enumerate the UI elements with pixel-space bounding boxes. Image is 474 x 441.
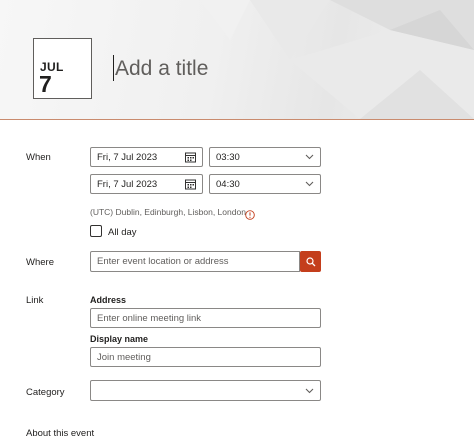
search-icon	[305, 256, 316, 267]
when-label: When	[26, 152, 51, 163]
where-label: Where	[26, 257, 54, 268]
chevron-down-icon	[305, 388, 314, 394]
start-time-dropdown[interactable]: 03:30	[209, 147, 321, 167]
location-input[interactable]	[90, 251, 300, 272]
date-tile: JUL 7	[33, 38, 92, 99]
category-dropdown[interactable]	[90, 380, 321, 401]
all-day-checkbox[interactable]	[90, 225, 102, 237]
info-icon[interactable]	[245, 207, 255, 225]
display-name-input[interactable]	[90, 347, 321, 367]
date-day: 7	[39, 71, 52, 97]
about-label: About this event	[26, 428, 95, 439]
calendar-icon	[185, 152, 196, 163]
start-date-picker[interactable]: Fri, 7 Jul 2023	[90, 147, 203, 167]
link-label: Link	[26, 295, 44, 306]
event-header-banner: JUL 7	[0, 0, 474, 120]
chevron-down-icon	[305, 181, 314, 187]
end-time-dropdown[interactable]: 04:30	[209, 174, 321, 194]
address-label: Address	[90, 295, 127, 305]
all-day-label: All day	[108, 227, 137, 238]
end-date-picker[interactable]: Fri, 7 Jul 2023	[90, 174, 203, 194]
meeting-link-input[interactable]	[90, 308, 321, 328]
display-name-label: Display name	[90, 334, 149, 344]
text-caret	[113, 55, 114, 81]
chevron-down-icon	[305, 154, 314, 160]
category-label: Category	[26, 387, 65, 398]
calendar-icon	[185, 179, 196, 190]
timezone-text: (UTC) Dublin, Edinburgh, Lisbon, London	[90, 207, 246, 217]
title-input[interactable]	[115, 54, 445, 84]
location-search-button[interactable]	[300, 251, 321, 272]
